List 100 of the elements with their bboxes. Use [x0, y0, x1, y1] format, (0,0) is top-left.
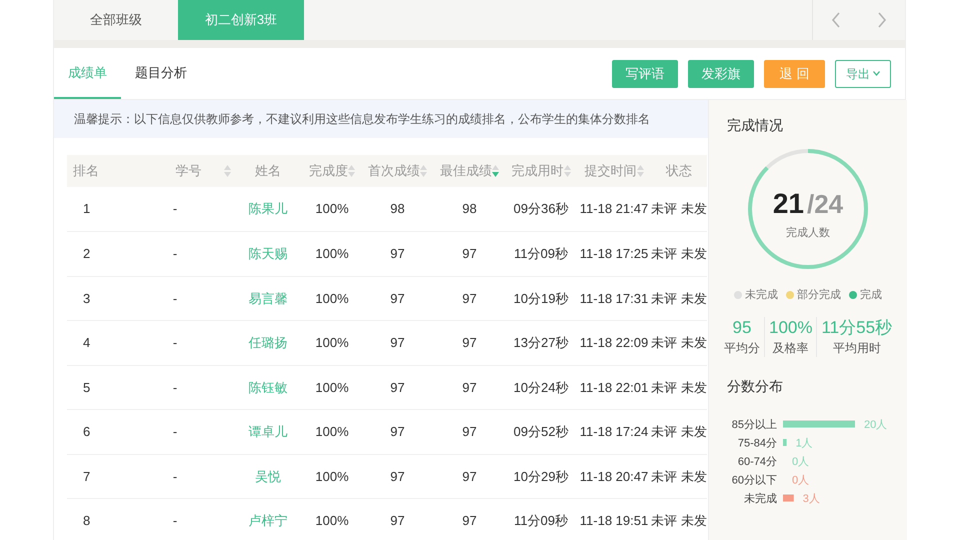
table-cell: 11-18 17:31 [577, 276, 651, 320]
sort-icon[interactable] [348, 165, 355, 177]
bar [783, 494, 794, 501]
table-cell: 97 [434, 410, 505, 454]
stat-value: 11分55秒 [821, 316, 892, 338]
table-cell: 09分52秒 [505, 410, 577, 454]
table-cell: 7 [67, 454, 117, 498]
table-cell: 未评 未发 [651, 410, 707, 454]
class-tab[interactable]: 初二创新3班 [178, 0, 304, 40]
value-label: 0人 [792, 456, 810, 468]
student-name-link[interactable]: 陈钰敏 [233, 365, 303, 410]
table-cell: 100% [303, 365, 361, 410]
table-cell: 未评 未发 [651, 232, 707, 276]
table-cell: 未评 未发 [651, 498, 707, 540]
value-label: 1人 [796, 437, 813, 449]
table-cell: 5 [67, 365, 117, 410]
table-cell: 09分36秒 [505, 187, 577, 232]
column-header: 姓名 [255, 162, 281, 180]
table-cell: - [117, 365, 233, 410]
table-cell: 10分19秒 [505, 276, 577, 320]
export-dropdown[interactable]: 导出 [835, 60, 891, 88]
table-cell: 10分29秒 [505, 454, 577, 498]
student-name-link[interactable]: 陈果儿 [233, 187, 303, 232]
table-cell: 98 [434, 187, 505, 232]
bar [783, 420, 855, 427]
column-header: 首次成绩 [368, 162, 420, 180]
student-name-link[interactable]: 任璐扬 [233, 320, 303, 365]
table-cell: 100% [303, 232, 361, 276]
legend-label: 部分完成 [797, 288, 841, 303]
table-cell: 11-18 20:47 [577, 454, 651, 498]
student-name-link[interactable]: 谭卓儿 [233, 410, 303, 454]
table-cell: 未评 未发 [651, 276, 707, 320]
column-header: 最佳成绩 [440, 162, 492, 180]
student-name-link[interactable]: 吴悦 [233, 454, 303, 498]
table-cell: 11-18 21:47 [577, 187, 651, 232]
table-cell: 8 [67, 498, 117, 540]
table-cell: 11-18 17:24 [577, 410, 651, 454]
table-cell: - [117, 276, 233, 320]
category-label: 60分以下 [732, 474, 777, 486]
table-cell: - [117, 320, 233, 365]
stat-label: 平均分 [724, 340, 760, 356]
table-cell: - [117, 232, 233, 276]
action-button[interactable]: 发彩旗 [688, 60, 754, 88]
chevron-left-icon [831, 12, 841, 28]
action-button[interactable]: 写评语 [612, 60, 678, 88]
table-cell: 未评 未发 [651, 187, 707, 232]
bar [783, 438, 787, 446]
column-header: 完成用时 [512, 162, 564, 180]
chevron-right-icon [877, 12, 887, 28]
sub-tab[interactable]: 题目分析 [121, 48, 201, 99]
category-label: 75-84分 [738, 437, 777, 449]
table-cell: 100% [303, 410, 361, 454]
sort-icon[interactable] [224, 165, 231, 177]
table-cell: 97 [434, 498, 505, 540]
stat-value: 95 [732, 316, 752, 338]
legend-label: 未完成 [745, 288, 778, 303]
table-cell: 1 [67, 187, 117, 232]
table-cell: 97 [434, 232, 505, 276]
table-cell: 未评 未发 [651, 454, 707, 498]
student-name-link[interactable]: 卢梓宁 [233, 498, 303, 540]
action-button[interactable]: 退 回 [764, 60, 825, 88]
section-title: 完成情况 [727, 116, 784, 135]
sort-icon[interactable] [492, 165, 499, 177]
student-name-link[interactable]: 易言馨 [233, 276, 303, 320]
sort-icon[interactable] [420, 165, 427, 177]
table-cell: 100% [303, 320, 361, 365]
value-label: 0人 [792, 474, 810, 486]
sort-icon[interactable] [564, 165, 570, 177]
table-cell: 11-18 17:25 [577, 232, 651, 276]
chevron-down-icon [873, 71, 880, 76]
table-cell: - [117, 498, 233, 540]
table-cell: 97 [361, 365, 434, 410]
category-label: 60-74分 [738, 456, 777, 468]
table-cell: 未评 未发 [651, 365, 707, 410]
done-count: 21 [772, 186, 804, 221]
table-cell: 3 [67, 276, 117, 320]
student-name-link[interactable]: 陈天赐 [233, 232, 303, 276]
total-count: /24 [807, 188, 844, 221]
table-cell: 97 [361, 276, 434, 320]
class-tab[interactable]: 全部班级 [54, 0, 178, 40]
table-cell: 97 [434, 320, 505, 365]
table-cell: 2 [67, 232, 117, 276]
table-cell: 100% [303, 276, 361, 320]
table-cell: 4 [67, 320, 117, 365]
column-header: 提交时间 [584, 162, 636, 180]
table-cell: 11分09秒 [505, 498, 577, 540]
section-title: 分数分布 [727, 376, 784, 396]
column-header: 排名 [73, 162, 99, 180]
stat-label: 及格率 [772, 340, 809, 356]
stat-label: 平均用时 [832, 340, 881, 356]
column-header: 完成度 [309, 162, 348, 180]
table-cell: - [117, 454, 233, 498]
table-cell: 100% [303, 187, 361, 232]
sort-icon[interactable] [636, 165, 644, 177]
table-cell: 11-18 22:01 [577, 365, 651, 410]
table-cell: 6 [67, 410, 117, 454]
table-cell: 11-18 19:51 [577, 498, 651, 540]
table-cell: 97 [434, 276, 505, 320]
table-cell: 97 [434, 454, 505, 498]
category-label: 85分以上 [732, 418, 777, 430]
